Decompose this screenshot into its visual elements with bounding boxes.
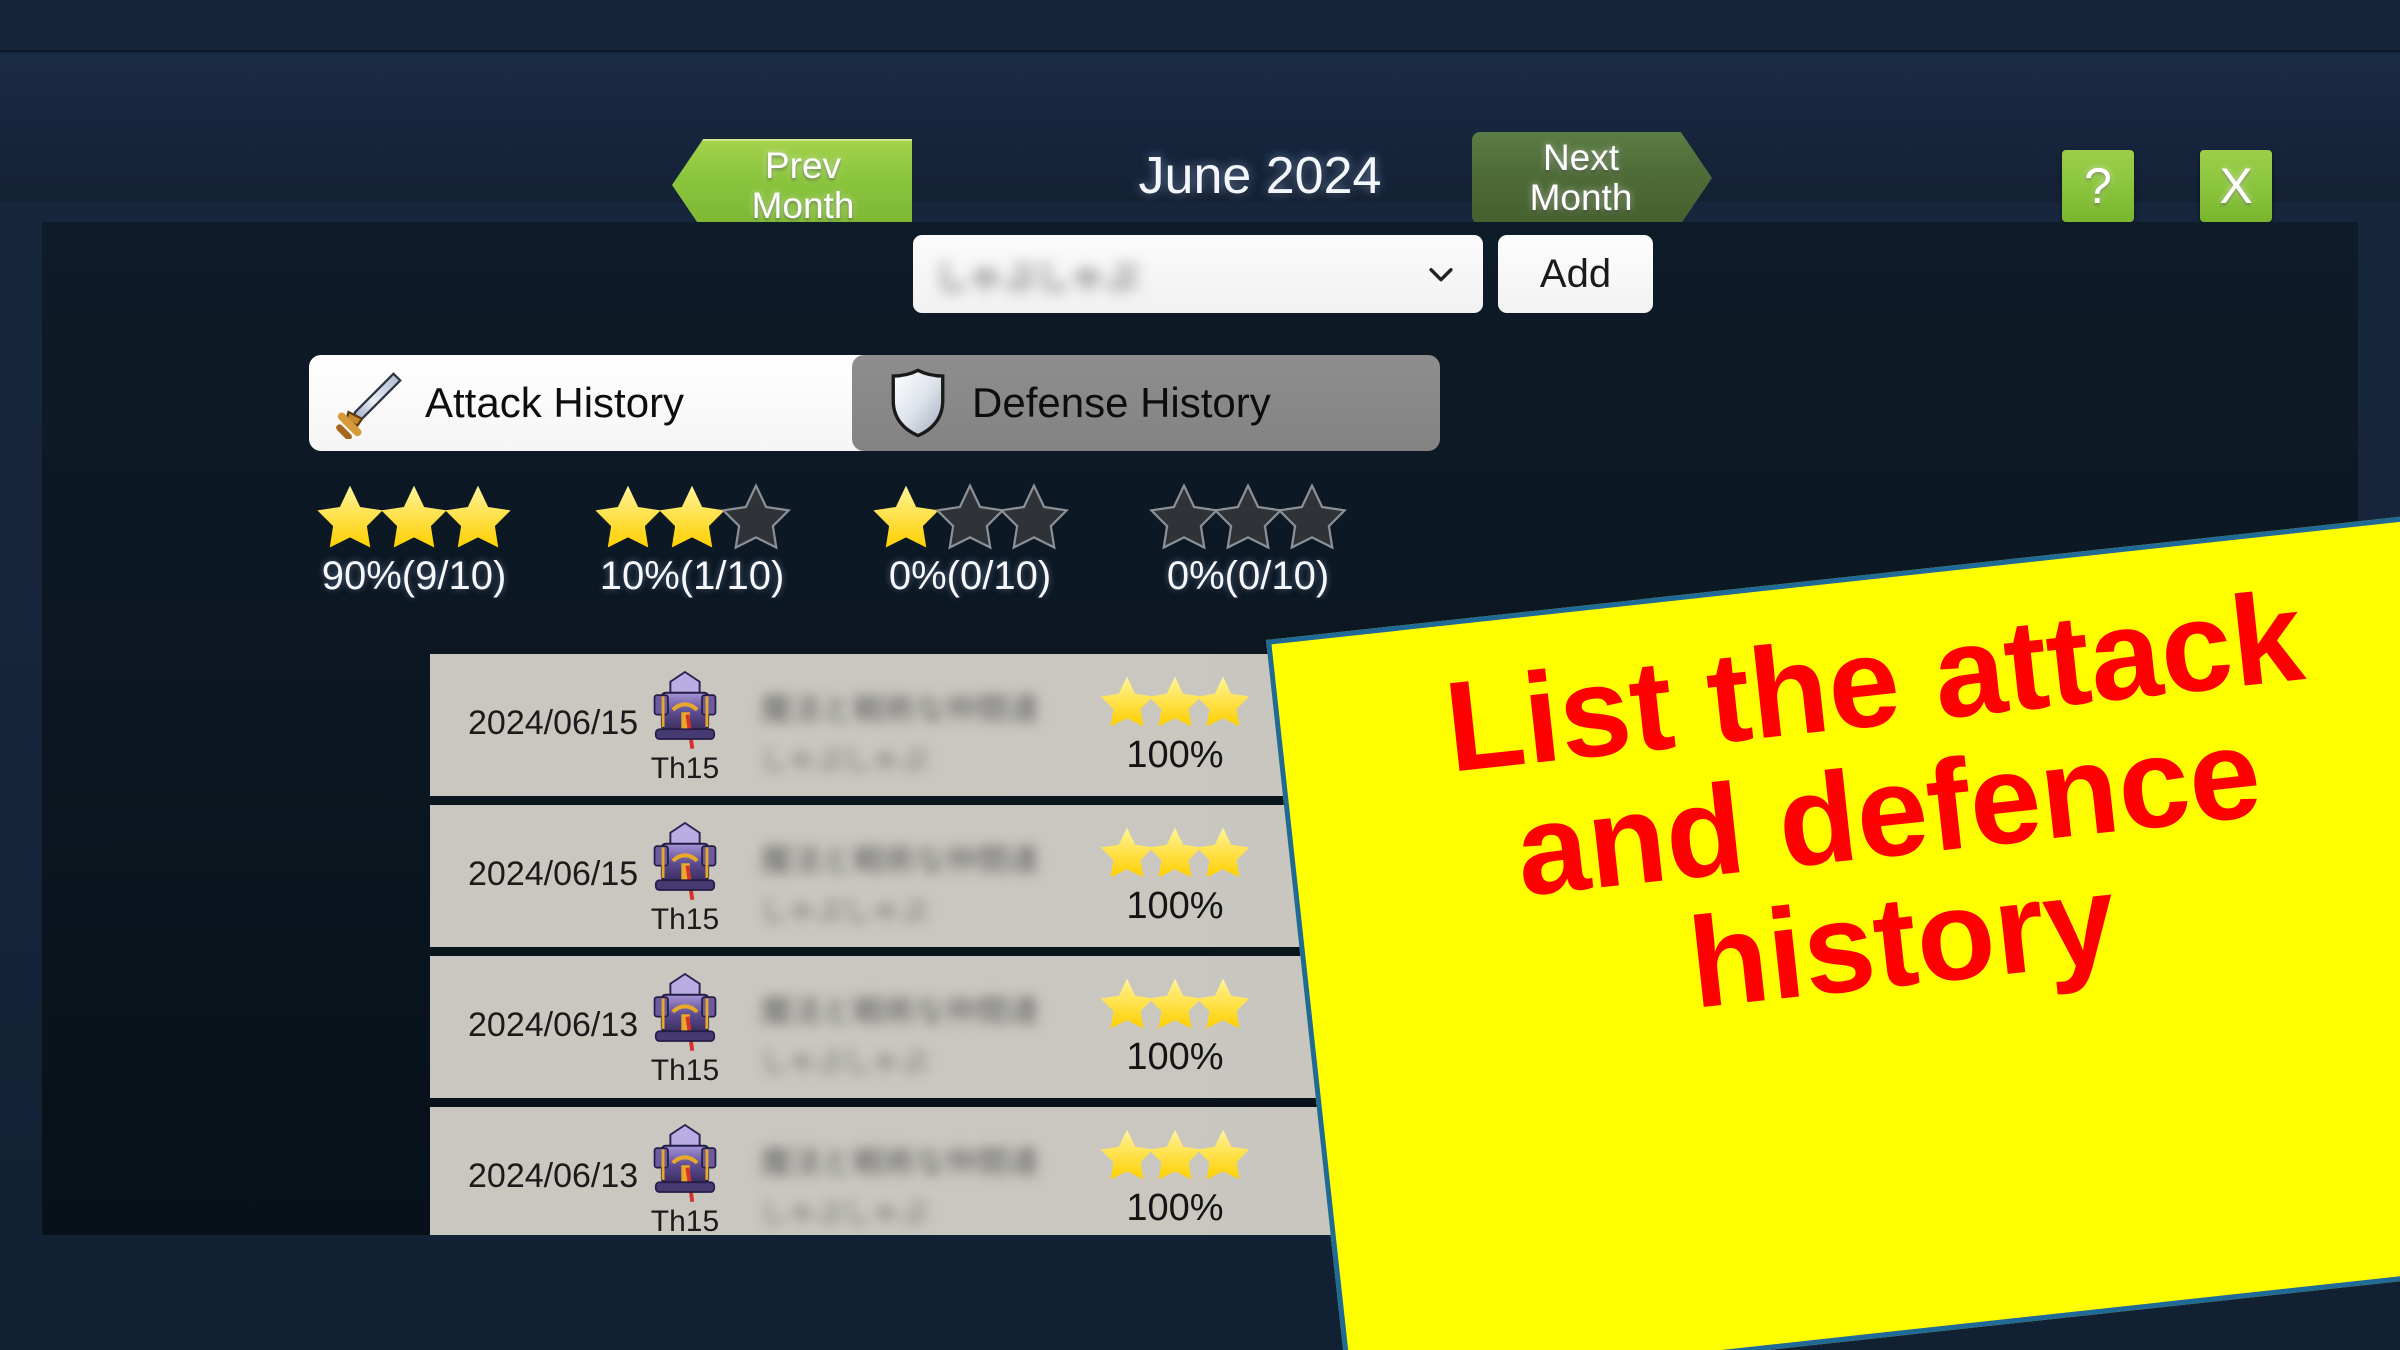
attacker-player-name: しゃぷしゃぷ — [760, 744, 929, 772]
attacker-th-level: Th15 — [650, 903, 720, 936]
clan-select-value: しゃぷしゃぷ — [935, 258, 1139, 297]
tab-attack-history-label: Attack History — [425, 379, 685, 426]
townhall-icon — [653, 972, 717, 1052]
row-destruction-percent: 100% — [1126, 1187, 1224, 1229]
attacker-th-level: Th15 — [650, 752, 720, 785]
attacker-player-name: しゃぷしゃぷ — [760, 1046, 929, 1074]
attacker-names: 魔法と戦術な仲間達 しゃぷしゃぷ — [760, 986, 1090, 1074]
attack-result: 100% — [1060, 672, 1290, 777]
star-group-0 — [1098, 480, 1398, 558]
tab-attack-history[interactable]: Attack History — [309, 355, 897, 451]
shield-icon — [882, 367, 954, 439]
help-button[interactable]: ? — [2062, 150, 2134, 222]
attacker-names: 魔法と戦術な仲間達 しゃぷしゃぷ — [760, 835, 1090, 923]
attacker-th-level: Th15 — [650, 1054, 720, 1087]
star-filled-icon — [595, 485, 661, 548]
star-stat-2-percent: 10%(1/10) — [599, 554, 785, 598]
attack-result: 100% — [1060, 974, 1290, 1079]
star-filled-icon — [873, 485, 939, 548]
close-button[interactable]: X — [2200, 150, 2272, 222]
app-window: Prev Month June 2024 Next Month ? X しゃぷしゃぷ… — [0, 0, 2400, 1350]
star-stat-2: 10%(1/10) — [542, 480, 842, 599]
annotation-banner: List the attack and defence history — [1266, 510, 2400, 1350]
annotation-text: List the attack and defence history — [1438, 564, 2310, 1036]
attacker-clan-name: 魔法と戦術な仲間達 — [760, 994, 1039, 1024]
star-stat-1: 0%(0/10) — [820, 480, 1120, 599]
star-empty-icon — [1277, 482, 1347, 550]
attacker-clan-name: 魔法と戦術な仲間達 — [760, 1145, 1039, 1175]
next-month-label: Next Month — [1529, 137, 1633, 218]
attacker-townhall: Th15 — [642, 1121, 728, 1235]
star-stat-1-percent: 0%(0/10) — [888, 554, 1052, 598]
star-filled-icon — [1196, 978, 1250, 1029]
header-bar: Prev Month June 2024 Next Month ? X — [0, 54, 2400, 231]
row-star-group — [1060, 823, 1290, 885]
clan-select-dropdown[interactable]: しゃぷしゃぷ — [913, 235, 1483, 313]
tab-defense-history[interactable]: Defense History — [852, 355, 1440, 451]
attack-result: 100% — [1060, 1125, 1290, 1230]
tab-defense-history-label: Defense History — [972, 379, 1271, 426]
townhall-icon — [653, 670, 717, 750]
chevron-down-icon — [1421, 254, 1461, 294]
star-empty-icon — [999, 482, 1069, 550]
sword-icon — [335, 367, 407, 439]
row-date: 2024/06/13 — [468, 1006, 639, 1044]
attacker-townhall: Th15 — [642, 819, 728, 937]
row-destruction-percent: 100% — [1126, 885, 1224, 927]
star-group-3 — [264, 480, 564, 558]
townhall-icon — [653, 821, 717, 901]
prev-month-button[interactable]: Prev Month — [672, 139, 912, 231]
add-button-label: Add — [1539, 251, 1612, 296]
star-empty-icon — [721, 482, 791, 550]
attacker-townhall: Th15 — [642, 970, 728, 1088]
star-group-2 — [542, 480, 842, 558]
attacker-names: 魔法と戦術な仲間達 しゃぷしゃぷ — [760, 684, 1090, 772]
star-stat-0-percent: 0%(0/10) — [1166, 554, 1330, 598]
attacker-clan-name: 魔法と戦術な仲間達 — [760, 843, 1039, 873]
row-destruction-percent: 100% — [1126, 734, 1224, 776]
star-filled-icon — [381, 485, 447, 548]
next-month-button[interactable]: Next Month — [1472, 132, 1712, 224]
question-mark-icon: ? — [2084, 158, 2112, 214]
row-star-group — [1060, 974, 1290, 1036]
row-date: 2024/06/15 — [468, 704, 639, 742]
attacker-clan-name: 魔法と戦術な仲間達 — [760, 692, 1039, 722]
star-group-1 — [820, 480, 1120, 558]
attacker-player-name: しゃぷしゃぷ — [760, 895, 929, 923]
star-filled-icon — [659, 485, 725, 548]
row-star-group — [1060, 672, 1290, 734]
star-filled-icon — [1196, 676, 1250, 727]
row-star-group — [1060, 1125, 1290, 1187]
attacker-townhall: Th15 — [642, 668, 728, 786]
prev-month-label: Prev Month — [751, 145, 855, 226]
star-empty-icon — [935, 482, 1005, 550]
star-filled-icon — [1196, 1129, 1250, 1180]
attacker-player-name: しゃぷしゃぷ — [760, 1197, 929, 1225]
row-destruction-percent: 100% — [1126, 1036, 1224, 1078]
attack-result: 100% — [1060, 823, 1290, 928]
row-date: 2024/06/15 — [468, 855, 639, 893]
add-button[interactable]: Add — [1498, 235, 1653, 313]
month-title: June 2024 — [1138, 147, 1382, 205]
star-stat-0: 0%(0/10) — [1098, 480, 1398, 599]
window-titlebar — [0, 0, 2400, 52]
star-stat-3-percent: 90%(9/10) — [321, 554, 507, 598]
star-filled-icon — [317, 485, 383, 548]
attacker-names: 魔法と戦術な仲間達 しゃぷしゃぷ — [760, 1137, 1090, 1225]
star-stat-3: 90%(9/10) — [264, 480, 564, 599]
star-empty-icon — [1149, 482, 1219, 550]
star-filled-icon — [445, 485, 511, 548]
row-date: 2024/06/13 — [468, 1157, 639, 1195]
townhall-icon — [653, 1123, 717, 1203]
star-empty-icon — [1213, 482, 1283, 550]
star-filled-icon — [1196, 827, 1250, 878]
close-x-icon: X — [2219, 158, 2253, 214]
